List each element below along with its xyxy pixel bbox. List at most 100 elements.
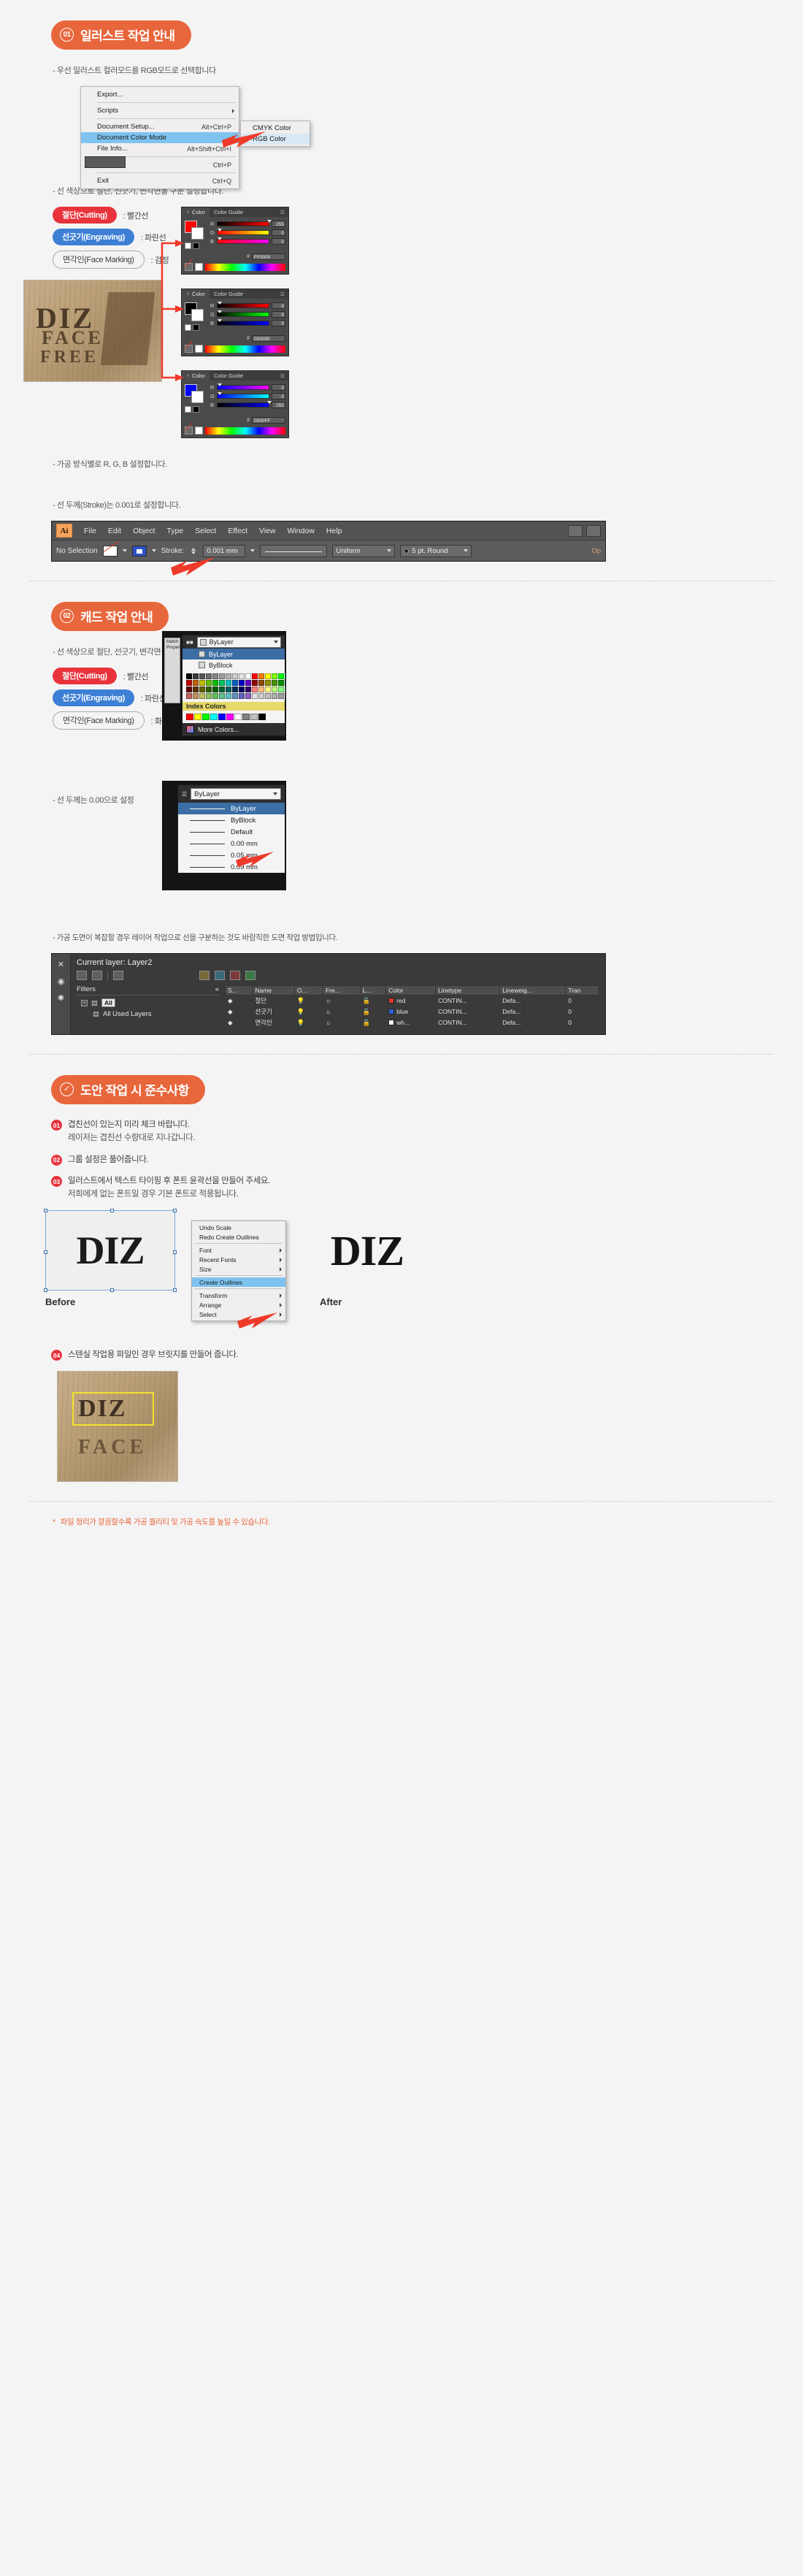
arrange-documents-icon[interactable] <box>568 524 583 537</box>
layer-walk-icon[interactable] <box>245 971 256 980</box>
panel-menu-icon[interactable]: ☰ <box>277 289 288 299</box>
stepper-down-icon[interactable] <box>191 551 196 554</box>
dialog-side-strip[interactable]: ✕ ◉ ✺ <box>52 954 71 1034</box>
anchor-handle[interactable] <box>110 1209 114 1213</box>
close-icon[interactable]: ✕ <box>186 210 190 215</box>
chevron-down-icon[interactable] <box>273 792 277 795</box>
spectrum-bar[interactable] <box>205 427 285 435</box>
slider-knob[interactable] <box>218 319 222 322</box>
cell-name[interactable]: 선긋기 <box>252 1006 295 1017</box>
close-icon[interactable]: ✕ <box>58 960 64 969</box>
expand-icon[interactable]: − <box>81 999 88 1006</box>
ctx-size[interactable]: Size <box>192 1264 285 1274</box>
col-freeze[interactable]: Fre... <box>322 985 361 995</box>
slider-row-g[interactable]: G 0 <box>210 310 285 318</box>
color-swatch-grid[interactable] <box>182 670 285 702</box>
channel-value-g[interactable]: 0 <box>272 229 285 236</box>
layer-toolbar[interactable] <box>77 971 599 980</box>
lineweight-select[interactable]: ByLayer <box>191 788 281 800</box>
cell-name[interactable]: 절단 <box>252 995 295 1006</box>
tab-color-guide[interactable]: Color Guide <box>210 207 247 217</box>
cell-on[interactable]: 💡 <box>293 1017 323 1028</box>
menu-select[interactable]: Select <box>195 527 216 535</box>
slider-track-b[interactable] <box>217 237 269 244</box>
table-row[interactable]: ◆ 선긋기 💡 ☼ 🔓 blue CONTIN... Defa... 0 <box>224 1006 599 1017</box>
new-layer-icon[interactable] <box>77 971 87 980</box>
chevron-down-icon[interactable] <box>122 549 127 552</box>
cell-lock[interactable]: 🔓 <box>359 1006 387 1017</box>
menu-view[interactable]: View <box>259 527 276 535</box>
index-color-grid[interactable] <box>182 711 285 723</box>
slider-row-b[interactable]: B 0 <box>210 319 285 326</box>
slider-row-b[interactable]: B 255 <box>210 401 285 408</box>
menu-help[interactable]: Help <box>326 527 342 535</box>
menu-object[interactable]: Object <box>133 527 155 535</box>
channel-value-r[interactable]: 255 <box>272 221 285 227</box>
menu-type[interactable]: Type <box>166 527 183 535</box>
mini-swatch-white[interactable] <box>185 406 191 413</box>
ai-menubar-right[interactable] <box>568 524 601 537</box>
filter-all-used-layers[interactable]: ▤ All Used Layers <box>77 1010 219 1018</box>
cell-lock[interactable]: 🔓 <box>359 995 387 1006</box>
filters-pane[interactable]: Filters « − ▤ All ▤ All Used Layers <box>77 985 219 1028</box>
ctx-recent-fonts[interactable]: Recent Fonts <box>192 1255 285 1264</box>
lineweight-top-row[interactable]: ☰ ByLayer <box>178 785 285 803</box>
slider-knob[interactable] <box>218 229 222 232</box>
col-status[interactable]: S... <box>224 985 253 995</box>
slider-knob[interactable] <box>218 310 222 313</box>
delete-layer-icon[interactable] <box>113 971 123 980</box>
col-color[interactable]: Color <box>385 985 437 995</box>
hex-value[interactable]: FF0000 <box>252 253 285 260</box>
cell-linetype[interactable]: CONTIN... <box>435 995 501 1006</box>
cell-transparency[interactable]: 0 <box>565 1006 599 1017</box>
col-on[interactable]: O... <box>293 985 323 995</box>
lineweight-item-000[interactable]: 0.00 mm <box>178 838 285 849</box>
menu-effect[interactable]: Effect <box>228 527 247 535</box>
none-swatch[interactable] <box>185 427 193 435</box>
cell-freeze[interactable]: ☼ <box>322 1017 361 1028</box>
white-swatch[interactable] <box>195 345 203 353</box>
ctx-arrange[interactable]: Arrange <box>192 1300 285 1310</box>
table-row[interactable]: ◆ 면각인 💡 ☼ 🔓 wh... CONTIN... Defa... 0 <box>224 1017 599 1028</box>
hex-value[interactable]: 0000FF <box>252 417 285 424</box>
rgb-sliders[interactable]: R 255 G 0 B 0 <box>210 220 285 249</box>
lineweight-item-byblock[interactable]: ByBlock <box>178 814 285 826</box>
channel-value-g[interactable]: 0 <box>272 311 285 318</box>
slider-track-b[interactable] <box>217 401 272 408</box>
mini-swatch-black[interactable] <box>193 324 199 331</box>
cad-layer-properties-manager[interactable]: ✕ ◉ ✺ Current layer: Layer2 Filters « − … <box>51 953 606 1035</box>
cell-freeze[interactable]: ☼ <box>322 1006 361 1017</box>
color-panel-black[interactable]: ✕ Color Color Guide ☰ R 0 G 0 B 0 # 0000… <box>181 288 289 356</box>
slider-knob[interactable] <box>266 220 272 223</box>
cell-lineweight[interactable]: Defa... <box>499 995 566 1006</box>
variable-width-profile-select[interactable]: Uniform <box>332 544 396 557</box>
ctx-transform[interactable]: Transform <box>192 1291 285 1300</box>
layer-states-icon[interactable] <box>215 971 225 980</box>
ctx-font[interactable]: Font <box>192 1245 285 1255</box>
ctx-select[interactable]: Select <box>192 1310 285 1319</box>
anchor-handle[interactable] <box>110 1288 114 1293</box>
cad-color-item-bylayer[interactable]: ByLayer <box>182 649 285 660</box>
chevron-down-icon[interactable] <box>250 549 256 552</box>
ctx-undo-scale[interactable]: Undo Scale <box>192 1223 285 1232</box>
stepper-up-icon[interactable] <box>191 547 196 551</box>
col-lock[interactable]: L... <box>359 985 387 995</box>
slider-track-g[interactable] <box>217 310 269 317</box>
cell-freeze[interactable]: ☼ <box>322 995 361 1006</box>
slider-track-g[interactable] <box>217 229 269 235</box>
cell-transparency[interactable]: 0 <box>565 1017 599 1028</box>
anchor-handle[interactable] <box>44 1250 47 1255</box>
channel-value-b[interactable]: 255 <box>272 402 285 408</box>
more-colors-button[interactable]: More Colors... <box>182 723 285 735</box>
chevron-down-icon[interactable] <box>274 641 278 643</box>
panel-footer[interactable] <box>182 427 288 437</box>
channel-value-g[interactable]: 0 <box>272 393 285 400</box>
cell-linetype[interactable]: CONTIN... <box>435 1006 501 1017</box>
menu-item-document-setup[interactable]: Document Setup... Alt+Ctrl+P <box>81 121 239 132</box>
mini-swatch-black[interactable] <box>193 406 199 413</box>
ctx-create-outlines[interactable]: Create Outlines <box>192 1277 285 1288</box>
layers-icon[interactable]: ☰ <box>182 791 187 798</box>
tab-color-guide[interactable]: Color Guide <box>210 371 247 381</box>
color-panel-blue[interactable]: ✕ Color Color Guide ☰ R 0 G 0 B 255 # 00… <box>181 370 289 438</box>
slider-knob[interactable] <box>218 392 222 395</box>
